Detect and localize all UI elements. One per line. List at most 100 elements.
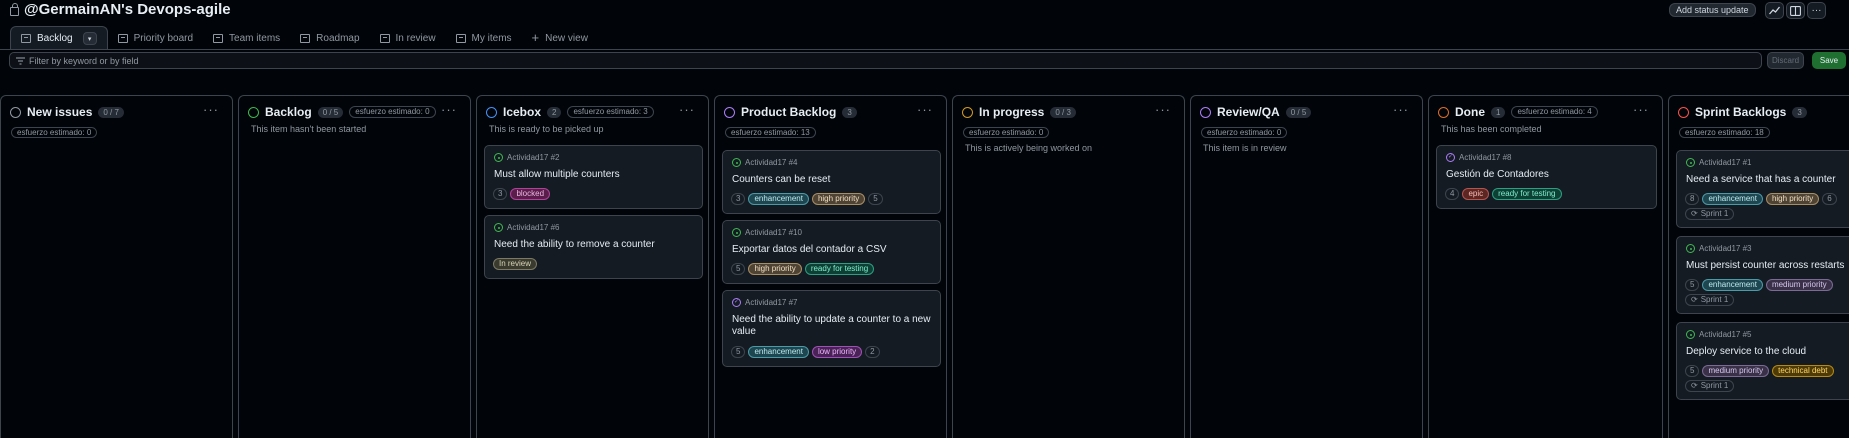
column-more-icon[interactable]: ··· <box>1393 102 1409 117</box>
tab-backlog[interactable]: Backlog ▾ <box>10 26 108 50</box>
column-sprint-backlogs: Sprint Backlogs 3 esfuerzo estimado: 18 … <box>1668 95 1849 438</box>
tabs-divider <box>0 49 1849 50</box>
column-new-issues: New issues 0 / 7 ··· esfuerzo estimado: … <box>0 95 233 438</box>
filter-placeholder: Filter by keyword or by field <box>29 55 139 66</box>
item-card[interactable]: Actividad17 #1 Need a service that has a… <box>1676 150 1849 228</box>
card-ref-text[interactable]: Actividad17 #5 <box>1699 330 1751 339</box>
table-icon <box>379 33 390 43</box>
open-issue-icon <box>1686 158 1695 167</box>
label-badge: medium priority <box>1702 365 1770 377</box>
column-description: This has been completed <box>1441 124 1542 134</box>
card-reference: Actividad17 #2 <box>494 153 559 162</box>
insights-icon[interactable] <box>1765 2 1784 19</box>
estimate-value: 3 <box>493 188 508 200</box>
column-title: New issues <box>27 105 93 119</box>
table-icon <box>213 33 224 43</box>
label-badge: high priority <box>748 263 802 275</box>
card-title[interactable]: Must persist counter across restarts <box>1686 260 1844 272</box>
more-icon[interactable]: ··· <box>1807 2 1826 19</box>
iteration-badge: ⟳ Sprint 1 <box>1685 208 1735 220</box>
open-issue-icon <box>732 158 741 167</box>
chevron-down-icon[interactable]: ▾ <box>82 32 97 45</box>
item-card[interactable]: Actividad17 #2 Must allow multiple count… <box>484 145 703 209</box>
label-badge: epic <box>1462 188 1490 200</box>
tab-roadmap[interactable]: Roadmap <box>290 26 369 50</box>
item-card[interactable]: Actividad17 #5 Deploy service to the clo… <box>1676 322 1849 400</box>
label-badge: blocked <box>510 188 551 200</box>
item-card[interactable]: ✓ Actividad17 #7 Need the ability to upda… <box>722 290 941 367</box>
column-header: New issues 0 / 7 <box>10 105 124 119</box>
estimate-value: 3 <box>731 193 746 205</box>
card-ref-text[interactable]: Actividad17 #1 <box>1699 158 1751 167</box>
item-card[interactable]: Actividad17 #3 Must persist counter acro… <box>1676 236 1849 314</box>
card-labels: 5 high priority ready for testing <box>731 263 875 275</box>
item-card[interactable]: Actividad17 #10 Exportar datos del conta… <box>722 220 941 284</box>
card-title[interactable]: Need the ability to remove a counter <box>494 239 655 251</box>
card-reference: Actividad17 #3 <box>1686 244 1751 253</box>
card-ref-text[interactable]: Actividad17 #3 <box>1699 244 1751 253</box>
card-ref-text[interactable]: Actividad17 #4 <box>745 158 797 167</box>
project-title-text: @GermainAN's Devops-agile <box>24 1 231 18</box>
card-reference: Actividad17 #1 <box>1686 158 1751 167</box>
column-estimate: esfuerzo estimado: 18 <box>1679 126 1770 138</box>
filter-input[interactable]: Filter by keyword or by field <box>9 52 1762 69</box>
estimate-badge: esfuerzo estimado: 0 <box>963 127 1050 138</box>
tab-in-review[interactable]: In review <box>370 26 446 50</box>
column-description: This is actively being worked on <box>965 143 1093 153</box>
layout-icon[interactable] <box>1786 2 1805 19</box>
tab-label: Team items <box>229 32 281 44</box>
table-icon <box>455 33 466 43</box>
card-ref-text[interactable]: Actividad17 #8 <box>1459 153 1511 162</box>
item-card[interactable]: ✓ Actividad17 #8 Gestión de Contadores 4 … <box>1436 145 1657 209</box>
status-circle-icon <box>10 106 21 118</box>
card-title[interactable]: Must allow multiple counters <box>494 169 620 181</box>
column-description: This item hasn't been started <box>251 124 367 134</box>
tab-priority-board[interactable]: Priority board <box>108 26 203 50</box>
open-issue-icon <box>1686 244 1695 253</box>
column-count: 2 <box>547 106 562 118</box>
card-reference: Actividad17 #4 <box>732 158 797 167</box>
card-ref-text[interactable]: Actividad17 #2 <box>507 153 559 162</box>
column-more-icon[interactable]: ··· <box>1633 102 1649 117</box>
new-view-button[interactable]: + New view <box>522 26 598 50</box>
card-title[interactable]: Deploy service to the cloud <box>1686 346 1806 358</box>
add-status-update-button[interactable]: Add status update <box>1669 3 1756 17</box>
label-badge: enhancement <box>748 346 809 358</box>
estimate-badge: esfuerzo estimado: 13 <box>725 127 816 138</box>
discard-button[interactable]: Discard <box>1767 52 1804 69</box>
item-card[interactable]: Actividad17 #6 Need the ability to remov… <box>484 215 703 279</box>
card-title[interactable]: Need a service that has a counter <box>1686 174 1836 186</box>
card-labels: 4 epic ready for testing <box>1445 188 1562 200</box>
card-reference: Actividad17 #6 <box>494 223 559 232</box>
tab-team-items[interactable]: Team items <box>203 26 290 50</box>
item-card[interactable]: Actividad17 #4 Counters can be reset 3 e… <box>722 150 941 214</box>
tab-label: In review <box>395 32 436 44</box>
column-more-icon[interactable]: ··· <box>203 102 219 117</box>
status-circle-icon <box>962 106 973 118</box>
column-header: Review/QA 0 / 5 <box>1200 105 1312 119</box>
field-value: 6 <box>1822 193 1837 205</box>
project-title: @GermainAN's Devops-agile <box>10 1 231 18</box>
column-icebox: Icebox 2 esfuerzo estimado: 3 ··· This i… <box>476 95 709 438</box>
card-ref-text[interactable]: Actividad17 #7 <box>745 298 797 307</box>
column-more-icon[interactable]: ··· <box>441 102 457 117</box>
save-button[interactable]: Save <box>1812 52 1846 69</box>
column-count: 0 / 7 <box>98 106 124 118</box>
column-more-icon[interactable]: ··· <box>679 102 695 117</box>
card-title[interactable]: Need the ability to update a counter to … <box>732 314 932 338</box>
column-title: Backlog <box>265 105 312 119</box>
column-more-icon[interactable]: ··· <box>1155 102 1171 117</box>
roadmap-icon <box>300 33 311 43</box>
tab-my-items[interactable]: My items <box>446 26 522 50</box>
column-more-icon[interactable]: ··· <box>917 102 933 117</box>
card-title[interactable]: Counters can be reset <box>732 174 830 186</box>
card-reference: ✓ Actividad17 #8 <box>1446 153 1511 162</box>
card-ref-text[interactable]: Actividad17 #6 <box>507 223 559 232</box>
card-title[interactable]: Exportar datos del contador a CSV <box>732 244 887 256</box>
column-header: Done 1 esfuerzo estimado: 4 <box>1438 105 1598 119</box>
iteration-icon: ⟳ <box>1691 209 1698 218</box>
card-reference: Actividad17 #10 <box>732 228 802 237</box>
card-ref-text[interactable]: Actividad17 #10 <box>745 228 802 237</box>
card-title[interactable]: Gestión de Contadores <box>1446 169 1549 181</box>
column-header: In progress 0 / 3 <box>962 105 1076 119</box>
